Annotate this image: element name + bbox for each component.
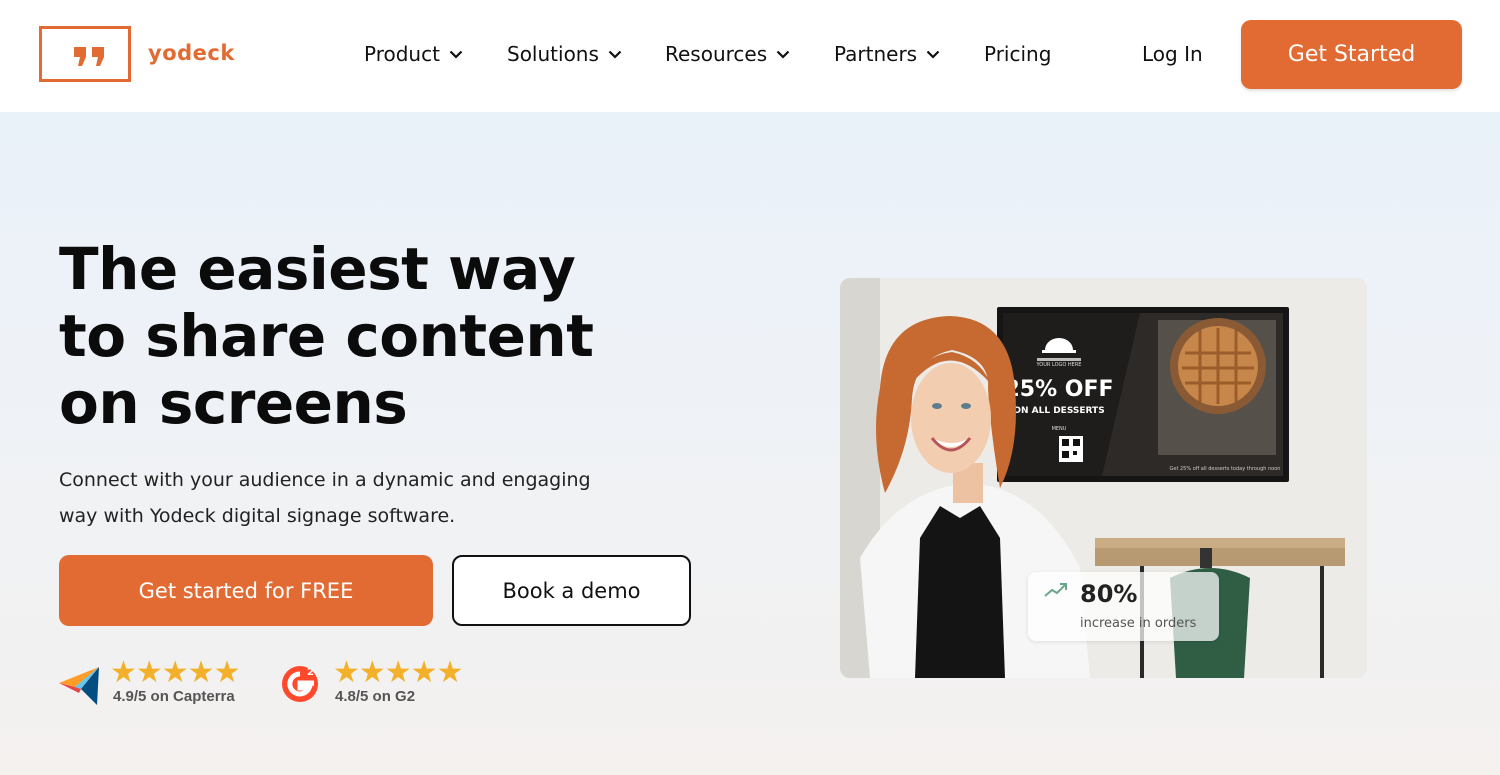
nav-product[interactable]: Product	[364, 40, 463, 68]
screen-menu-label: MENU	[1052, 426, 1067, 432]
g2-rating[interactable]: 2 ★★★★★ 4.8/5 on G2	[280, 658, 480, 708]
nav-pricing[interactable]: Pricing	[984, 40, 1051, 68]
site-header: yodeck Product Solutions Resources Partn…	[0, 0, 1500, 112]
screen-offer-sub-text: ON ALL DESSERTS	[1013, 406, 1104, 416]
nav-partners[interactable]: Partners	[834, 40, 940, 68]
get-started-free-button[interactable]: Get started for FREE	[59, 555, 433, 626]
get-started-button[interactable]: Get Started	[1241, 20, 1462, 89]
star-rating-stars: ★★★★★	[110, 655, 240, 690]
nav-label: Solutions	[507, 42, 599, 66]
subtext-line: way with Yodeck digital signage software…	[59, 505, 456, 527]
chevron-down-icon	[608, 50, 622, 59]
rating-text: 4.9/5 on Capterra	[113, 688, 235, 705]
star-rating-stars: ★★★★★	[333, 655, 463, 690]
g2-logo-icon: 2	[282, 666, 318, 702]
subtext-line: Connect with your audience in a dynamic …	[59, 469, 591, 491]
stat-value: 80%	[1080, 580, 1138, 608]
capterra-logo-icon	[59, 667, 99, 705]
nav-label: Product	[364, 42, 440, 66]
stat-label: increase in orders	[1080, 616, 1197, 631]
brand-name[interactable]: yodeck	[148, 41, 235, 65]
screen-ticker-text: Get 25% off all desserts today through n…	[1170, 466, 1281, 472]
headline-line: on screens	[59, 369, 408, 437]
screen-offer-text: 25% OFF	[1004, 377, 1113, 402]
trending-up-icon	[1044, 583, 1067, 597]
chevron-down-icon	[449, 50, 463, 59]
screen-logo-text: YOUR LOGO HERE	[1036, 362, 1082, 368]
nav-label: Resources	[665, 42, 768, 66]
quote-icon	[74, 47, 104, 66]
headline-line: The easiest way	[59, 235, 576, 303]
hero-headline: The easiest way to share content on scre…	[59, 236, 739, 437]
hero-subtext: Connect with your audience in a dynamic …	[59, 462, 659, 534]
stat-card: 80% increase in orders	[1028, 572, 1219, 641]
yodeck-logo-icon[interactable]	[39, 26, 131, 82]
book-demo-button[interactable]: Book a demo	[452, 555, 691, 626]
chevron-down-icon	[776, 50, 790, 59]
nav-label: Partners	[834, 42, 918, 66]
login-link[interactable]: Log In	[1142, 40, 1203, 68]
rating-text: 4.8/5 on G2	[335, 688, 416, 705]
nav-solutions[interactable]: Solutions	[507, 40, 622, 68]
svg-text:2: 2	[307, 667, 314, 678]
nav-resources[interactable]: Resources	[665, 40, 790, 68]
headline-line: to share content	[59, 302, 594, 370]
capterra-rating[interactable]: ★★★★★ 4.9/5 on Capterra	[59, 658, 259, 708]
chevron-down-icon	[926, 50, 940, 59]
nav-label: Pricing	[984, 42, 1052, 66]
